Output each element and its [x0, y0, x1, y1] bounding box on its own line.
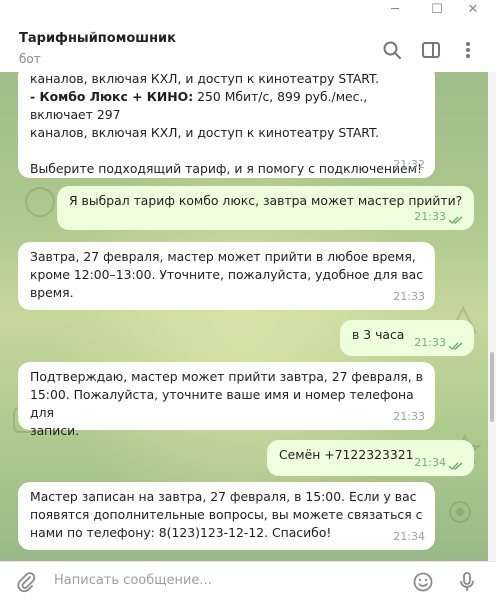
scrollbar-thumb[interactable]	[490, 352, 494, 422]
incoming-message[interactable]: каналов, включая КХЛ, и доступ к кинотеа…	[18, 72, 435, 178]
message-time: 21:33	[414, 210, 446, 223]
chat-header: Тарифныйпомошник бот	[0, 22, 496, 73]
outgoing-message[interactable]: Семён +7122323321 21:34	[267, 440, 474, 476]
scrollbar-track[interactable]	[488, 72, 496, 561]
message-text: Мастер записан на завтра, 27 февраля, в …	[30, 489, 423, 540]
outgoing-message[interactable]: Я выбрал тариф комбо люкс, завтра может …	[57, 186, 474, 230]
close-window-button[interactable]: ✕	[458, 0, 488, 22]
read-checkmarks-icon	[448, 216, 463, 225]
message-time: 21:33	[393, 410, 425, 423]
chat-status: бот	[19, 52, 41, 66]
read-checkmarks-icon	[448, 342, 463, 351]
chat-title[interactable]: Тарифныйпомошник	[19, 31, 176, 46]
wallpaper-doodle-icon	[449, 501, 471, 523]
outgoing-message[interactable]: в 3 часа 21:33	[340, 320, 474, 356]
message-time: 21:34	[393, 530, 425, 543]
more-options-icon[interactable]	[457, 39, 479, 61]
message-input[interactable]: Написать сообщение...	[54, 573, 212, 588]
paperclip-icon[interactable]	[15, 571, 37, 593]
read-checkmarks-icon	[448, 462, 463, 471]
microphone-icon[interactable]	[456, 571, 478, 593]
message-time: 21:33	[414, 336, 446, 349]
wallpaper-doodle-icon	[25, 187, 55, 217]
message-composer: Написать сообщение...	[0, 561, 496, 602]
search-icon[interactable]	[381, 39, 403, 61]
message-text: Я выбрал тариф комбо люкс, завтра может …	[69, 193, 463, 208]
window-title-bar: ─ ☐ ✕	[0, 0, 496, 22]
message-text: Завтра, 27 февраля, мастер может прийти …	[30, 249, 424, 300]
emoji-icon[interactable]	[412, 571, 434, 593]
sidebar-toggle-icon[interactable]	[420, 39, 442, 61]
message-text: каналов, включая КХЛ, и доступ к кинотеа…	[30, 72, 422, 176]
message-time: 21:34	[414, 456, 446, 469]
message-time: 21:33	[393, 290, 425, 303]
chat-messages-area[interactable]: каналов, включая КХЛ, и доступ к кинотеа…	[0, 72, 488, 561]
maximize-button[interactable]: ☐	[422, 0, 452, 22]
message-time: 21:32	[393, 158, 425, 171]
message-text: Подтверждаю, мастер может прийти завтра,…	[30, 369, 423, 438]
incoming-message[interactable]: Подтверждаю, мастер может прийти завтра,…	[18, 362, 435, 438]
incoming-message[interactable]: Мастер записан на завтра, 27 февраля, в …	[18, 482, 435, 550]
incoming-message[interactable]: Завтра, 27 февраля, мастер может прийти …	[18, 242, 435, 310]
minimize-button[interactable]: ─	[380, 0, 410, 22]
